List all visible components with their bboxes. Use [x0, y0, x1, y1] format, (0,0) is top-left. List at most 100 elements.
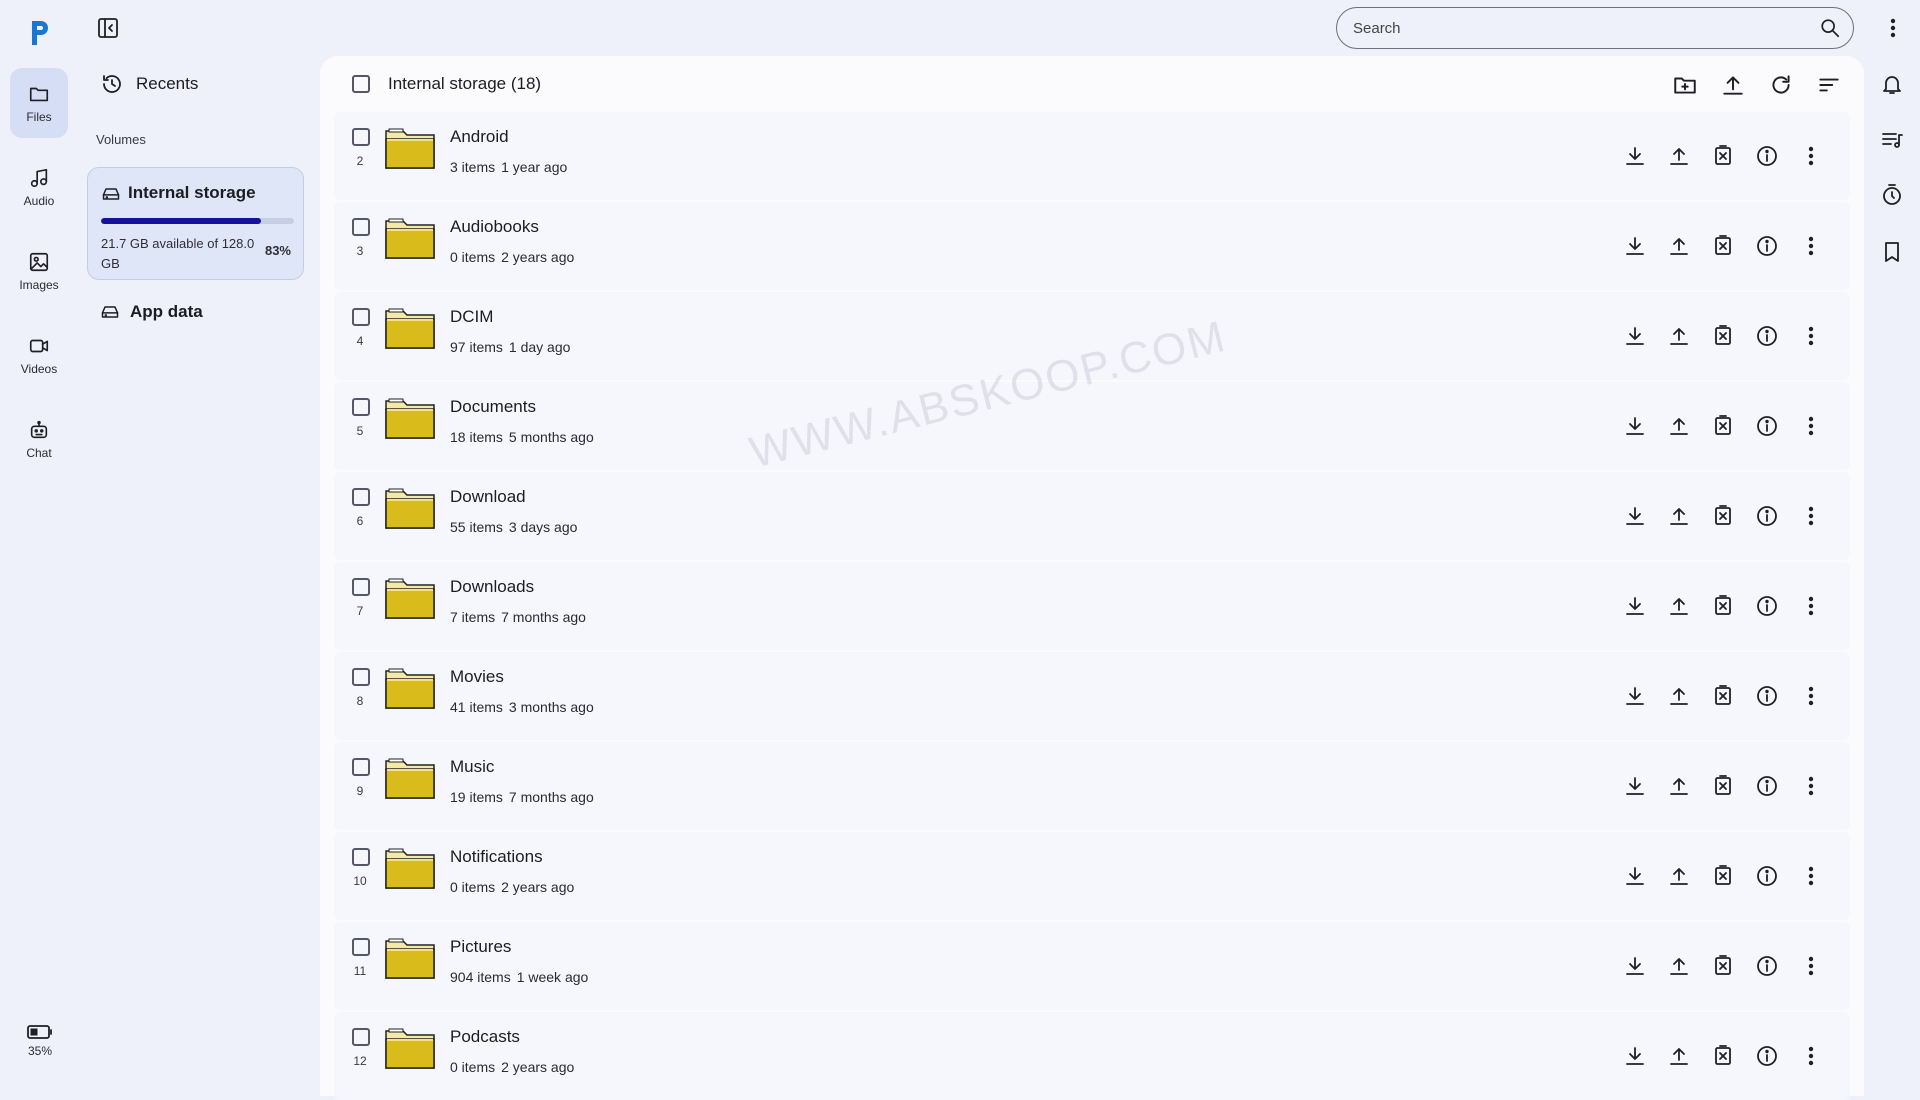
recents-link[interactable]: Recents: [100, 72, 198, 96]
upload-icon[interactable]: [1667, 774, 1691, 798]
delete-icon[interactable]: [1711, 684, 1735, 708]
info-icon[interactable]: [1755, 1044, 1779, 1068]
upload-icon[interactable]: [1667, 594, 1691, 618]
row-checkbox[interactable]: [352, 488, 370, 506]
sidebar-toggle-icon[interactable]: [96, 16, 120, 40]
info-icon[interactable]: [1755, 234, 1779, 258]
upload-icon[interactable]: [1667, 234, 1691, 258]
delete-icon[interactable]: [1711, 594, 1735, 618]
info-icon[interactable]: [1755, 774, 1779, 798]
more-vertical-icon[interactable]: [1881, 16, 1905, 40]
file-name[interactable]: Download: [450, 487, 526, 507]
more-vertical-icon[interactable]: [1799, 234, 1823, 258]
download-icon[interactable]: [1623, 504, 1647, 528]
file-name[interactable]: Documents: [450, 397, 536, 417]
download-icon[interactable]: [1623, 414, 1647, 438]
more-vertical-icon[interactable]: [1799, 864, 1823, 888]
file-name[interactable]: Pictures: [450, 937, 511, 957]
more-vertical-icon[interactable]: [1799, 684, 1823, 708]
delete-icon[interactable]: [1711, 234, 1735, 258]
row-checkbox[interactable]: [352, 758, 370, 776]
delete-icon[interactable]: [1711, 774, 1735, 798]
rail-item-images[interactable]: Images: [10, 236, 68, 306]
upload-icon[interactable]: [1667, 954, 1691, 978]
download-icon[interactable]: [1623, 1044, 1647, 1068]
file-row[interactable]: 11 Pictures 904 items 1 week ago: [334, 922, 1850, 1010]
file-name[interactable]: Movies: [450, 667, 504, 687]
delete-icon[interactable]: [1711, 324, 1735, 348]
file-row[interactable]: 2 Android 3 items 1 year ago: [334, 112, 1850, 200]
sort-icon[interactable]: [1816, 72, 1842, 98]
upload-icon[interactable]: [1667, 864, 1691, 888]
file-name[interactable]: Downloads: [450, 577, 534, 597]
more-vertical-icon[interactable]: [1799, 774, 1823, 798]
more-vertical-icon[interactable]: [1799, 1044, 1823, 1068]
search-icon[interactable]: [1819, 17, 1841, 39]
info-icon[interactable]: [1755, 144, 1779, 168]
file-row[interactable]: 12 Podcasts 0 items 2 years ago: [334, 1012, 1850, 1100]
download-icon[interactable]: [1623, 774, 1647, 798]
rail-item-audio[interactable]: Audio: [10, 152, 68, 222]
download-icon[interactable]: [1623, 864, 1647, 888]
rail-item-files[interactable]: Files: [10, 68, 68, 138]
file-row[interactable]: 8 Movies 41 items 3 months ago: [334, 652, 1850, 740]
upload-icon[interactable]: [1667, 144, 1691, 168]
delete-icon[interactable]: [1711, 1044, 1735, 1068]
more-vertical-icon[interactable]: [1799, 144, 1823, 168]
file-name[interactable]: Android: [450, 127, 509, 147]
info-icon[interactable]: [1755, 594, 1779, 618]
upload-icon[interactable]: [1667, 414, 1691, 438]
app-logo[interactable]: [28, 18, 52, 48]
download-icon[interactable]: [1623, 324, 1647, 348]
file-name[interactable]: Notifications: [450, 847, 543, 867]
upload-icon[interactable]: [1667, 684, 1691, 708]
file-name[interactable]: Audiobooks: [450, 217, 539, 237]
delete-icon[interactable]: [1711, 864, 1735, 888]
volume-app-data[interactable]: App data: [100, 302, 203, 322]
download-icon[interactable]: [1623, 234, 1647, 258]
download-icon[interactable]: [1623, 684, 1647, 708]
new-folder-icon[interactable]: [1672, 72, 1698, 98]
row-checkbox[interactable]: [352, 128, 370, 146]
upload-icon[interactable]: [1720, 72, 1746, 98]
upload-icon[interactable]: [1667, 324, 1691, 348]
select-all-checkbox[interactable]: [352, 75, 370, 93]
row-checkbox[interactable]: [352, 1028, 370, 1046]
bookmark-icon[interactable]: [1880, 240, 1904, 264]
rail-item-videos[interactable]: Videos: [10, 320, 68, 390]
row-checkbox[interactable]: [352, 398, 370, 416]
row-checkbox[interactable]: [352, 668, 370, 686]
upload-icon[interactable]: [1667, 1044, 1691, 1068]
file-name[interactable]: Podcasts: [450, 1027, 520, 1047]
file-row[interactable]: 4 DCIM 97 items 1 day ago: [334, 292, 1850, 380]
info-icon[interactable]: [1755, 864, 1779, 888]
notification-bell-icon[interactable]: [1880, 72, 1904, 96]
info-icon[interactable]: [1755, 684, 1779, 708]
file-row[interactable]: 7 Downloads 7 items 7 months ago: [334, 562, 1850, 650]
delete-icon[interactable]: [1711, 504, 1735, 528]
refresh-icon[interactable]: [1768, 72, 1794, 98]
row-checkbox[interactable]: [352, 308, 370, 326]
row-checkbox[interactable]: [352, 218, 370, 236]
download-icon[interactable]: [1623, 954, 1647, 978]
file-name[interactable]: Music: [450, 757, 494, 777]
delete-icon[interactable]: [1711, 954, 1735, 978]
info-icon[interactable]: [1755, 324, 1779, 348]
file-row[interactable]: 10 Notifications 0 items 2 years ago: [334, 832, 1850, 920]
row-checkbox[interactable]: [352, 938, 370, 956]
file-row[interactable]: 5 Documents 18 items 5 months ago: [334, 382, 1850, 470]
row-checkbox[interactable]: [352, 578, 370, 596]
more-vertical-icon[interactable]: [1799, 324, 1823, 348]
rail-item-chat[interactable]: Chat: [10, 404, 68, 474]
more-vertical-icon[interactable]: [1799, 954, 1823, 978]
volume-card-internal-storage[interactable]: Internal storage 21.7 GB available of 12…: [87, 167, 304, 280]
file-row[interactable]: 9 Music 19 items 7 months ago: [334, 742, 1850, 830]
download-icon[interactable]: [1623, 144, 1647, 168]
more-vertical-icon[interactable]: [1799, 594, 1823, 618]
download-icon[interactable]: [1623, 594, 1647, 618]
file-row[interactable]: 3 Audiobooks 0 items 2 years ago: [334, 202, 1850, 290]
row-checkbox[interactable]: [352, 848, 370, 866]
search-input[interactable]: [1351, 8, 1795, 49]
timer-icon[interactable]: [1880, 183, 1904, 207]
info-icon[interactable]: [1755, 954, 1779, 978]
